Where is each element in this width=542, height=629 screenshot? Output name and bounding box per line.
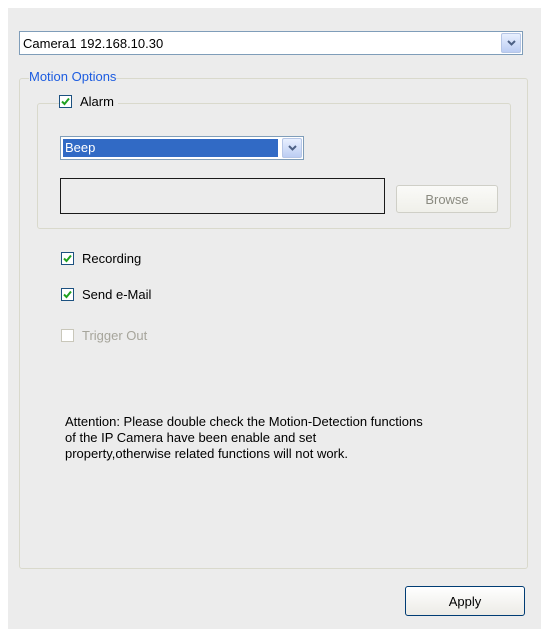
browse-button[interactable]: Browse	[396, 185, 498, 213]
camera-select[interactable]: Camera1 192.168.10.30	[19, 31, 523, 55]
apply-button[interactable]: Apply	[405, 586, 525, 616]
chevron-down-icon[interactable]	[501, 33, 521, 53]
recording-label: Recording	[82, 251, 142, 266]
attention-note: Attention: Please double check the Motio…	[65, 414, 423, 461]
send-email-checkbox[interactable]	[61, 288, 74, 301]
checkmark-icon	[63, 290, 72, 299]
send-email-checkbox-row[interactable]: Send e-Mail	[61, 287, 152, 302]
chevron-down-icon[interactable]	[282, 138, 302, 158]
trigger-out-checkbox-row: Trigger Out	[61, 328, 148, 343]
alarm-sound-value: Beep	[63, 139, 278, 157]
alarm-file-path[interactable]	[60, 178, 385, 214]
alarm-label: Alarm	[80, 94, 114, 109]
recording-checkbox[interactable]	[61, 252, 74, 265]
trigger-out-label: Trigger Out	[82, 328, 148, 343]
checkmark-icon	[63, 254, 72, 263]
alarm-sound-select[interactable]: Beep	[60, 136, 304, 160]
alarm-checkbox-row[interactable]: Alarm	[59, 94, 118, 109]
checkmark-icon	[61, 97, 70, 106]
alarm-checkbox[interactable]	[59, 95, 72, 108]
trigger-out-checkbox	[61, 329, 74, 342]
motion-options-legend: Motion Options	[29, 69, 117, 84]
camera-select-value: Camera1 192.168.10.30	[23, 36, 164, 51]
recording-checkbox-row[interactable]: Recording	[61, 251, 142, 266]
send-email-label: Send e-Mail	[82, 287, 152, 302]
